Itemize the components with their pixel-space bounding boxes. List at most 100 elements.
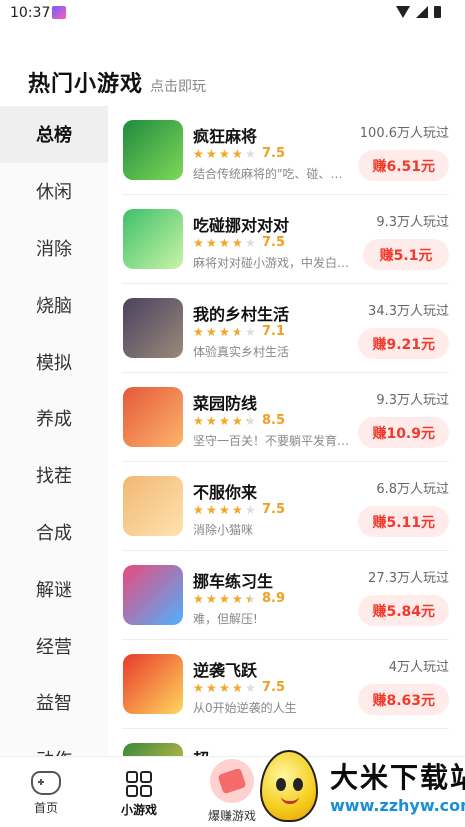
nav-label-hot-earn: 爆赚游戏 bbox=[207, 809, 256, 823]
star-icon: ★★ bbox=[245, 680, 256, 695]
star-icon: ★★ bbox=[193, 680, 204, 695]
nav-label-home: 首页 bbox=[33, 801, 58, 815]
game-description: 麻将对对碰小游戏，中发白… bbox=[193, 256, 350, 270]
star-icon: ★★ bbox=[232, 324, 243, 339]
village-elder-icon[interactable] bbox=[123, 298, 183, 358]
sidebar-item-6[interactable]: 找茬 bbox=[0, 447, 108, 504]
sidebar-item-2[interactable]: 消除 bbox=[0, 220, 108, 277]
ninja-warrior-icon[interactable] bbox=[123, 387, 183, 447]
sidebar-item-4[interactable]: 模拟 bbox=[0, 333, 108, 390]
earn-button[interactable]: 赚6.51元 bbox=[358, 150, 449, 181]
star-icon: ★★ bbox=[193, 413, 204, 428]
game-row[interactable]: 吃碰挪对对对★★★★★★★★★★7.5 麻将对对碰小游戏，中发白… 9.3万人玩过赚… bbox=[122, 195, 449, 284]
status-bar: 10:37 bbox=[0, 0, 465, 26]
game-description: 从0开始逆袭的人生 bbox=[193, 701, 297, 715]
star-icon: ★★ bbox=[206, 591, 217, 606]
rating-value: 7.5 bbox=[262, 502, 286, 517]
game-row[interactable]: 挪车练习生 ★ ★ ★ ★ ★ ★ ★ ★ ★ ★ 8.9 难，但解压! 27.3万人玩过 赚5.84元 bbox=[122, 551, 449, 640]
star-icon: ★★ bbox=[219, 413, 230, 428]
star-icon: ★★ bbox=[206, 235, 217, 250]
game-description: 体验真实乡村生活 bbox=[193, 345, 290, 359]
rating-value: 8.9 bbox=[262, 591, 286, 606]
sidebar-item-9[interactable]: 经营 bbox=[0, 617, 108, 674]
earn-button[interactable]: 赚5.11元 bbox=[358, 506, 449, 537]
earn-button[interactable]: 赚10.9元 bbox=[358, 417, 449, 448]
star-icon: ★★ bbox=[206, 680, 217, 695]
star-rating: ★★★★★★★★★★7.1 bbox=[193, 324, 285, 339]
status-time: 10:37 bbox=[10, 5, 51, 21]
sidebar-item-3[interactable]: 烧脑 bbox=[0, 276, 108, 333]
star-icon: ★★ bbox=[219, 591, 230, 606]
wifi-icon bbox=[396, 6, 410, 18]
red-sports-car-icon[interactable] bbox=[123, 654, 183, 714]
watermark-url: www.zzhyw.com bbox=[330, 796, 465, 815]
star-icon: ★★ bbox=[193, 235, 204, 250]
game-row[interactable]: 疯狂麻将★★★★★★★★★★7.5结合传统麻将的"吃、碰、…100.6万人玩过赚… bbox=[122, 106, 449, 195]
sidebar-item-5[interactable]: 养成 bbox=[0, 390, 108, 447]
orange-cat-icon[interactable] bbox=[123, 476, 183, 536]
star-rating: ★★★★★★★★★★7.5 bbox=[193, 235, 285, 250]
status-icons bbox=[396, 6, 441, 18]
sidebar-item-1[interactable]: 休闲 bbox=[0, 163, 108, 220]
players-count: 34.3万人玩过 bbox=[368, 304, 449, 319]
star-rating: ★★★★★★★★★★8.5 bbox=[193, 413, 285, 428]
game-name: 我的乡村生活 bbox=[193, 305, 290, 324]
game-description: 难，但解压! bbox=[193, 612, 258, 626]
star-icon: ★★ bbox=[206, 502, 217, 517]
game-name: 逆袭飞跃 bbox=[193, 661, 258, 680]
game-description: 结合传统麻将的"吃、碰、… bbox=[193, 167, 343, 181]
star-icon: ★★ bbox=[219, 146, 230, 161]
egg-mascot-icon bbox=[260, 750, 318, 822]
star-icon: ★★ bbox=[232, 146, 243, 161]
game-row[interactable]: 不服你来★★★★★★★★★★7.5消除小猫咪6.8万人玩过赚5.11元 bbox=[122, 462, 449, 551]
star-icon: ★★ bbox=[206, 324, 217, 339]
players-count: 4万人玩过 bbox=[388, 660, 449, 675]
earn-button[interactable]: 赚8.63元 bbox=[358, 684, 449, 715]
game-name: 菜园防线 bbox=[193, 394, 258, 413]
game-row[interactable]: 菜园防线★★★★★★★★★★8.5坚守一百关！不要躺平发育…9.3万人玩过赚10… bbox=[122, 373, 449, 462]
players-count: 9.3万人玩过 bbox=[376, 215, 449, 230]
partial-game-icon[interactable] bbox=[123, 743, 183, 756]
star-icon: ★★ bbox=[206, 146, 217, 161]
star-icon: ★★ bbox=[219, 502, 230, 517]
game-name: 疯狂麻将 bbox=[193, 127, 258, 146]
star-icon: ★★ bbox=[245, 146, 256, 161]
page-subtitle: 点击即玩 bbox=[150, 79, 207, 95]
game-description: 坚守一百关！不要躺平发育… bbox=[193, 434, 350, 448]
players-count: 6.8万人玩过 bbox=[376, 482, 449, 497]
sidebar-item-11[interactable]: 动作 bbox=[0, 731, 108, 756]
mahjong-pig-tile-icon[interactable] bbox=[123, 209, 183, 269]
star-icon: ★★ bbox=[206, 413, 217, 428]
rating-value: 7.5 bbox=[262, 146, 286, 161]
sidebar-item-7[interactable]: 合成 bbox=[0, 504, 108, 561]
star-rating: ★★★★★★★★★★7.5 bbox=[193, 680, 285, 695]
page-header: 热门小游戏 点击即玩 bbox=[28, 66, 206, 98]
game-name: 吃碰挪对对对 bbox=[193, 216, 290, 235]
nav-item-home[interactable]: 首页 bbox=[1, 757, 91, 827]
star-icon: ★★ bbox=[193, 324, 204, 339]
game-name: 挪车练习生 bbox=[193, 572, 274, 591]
star-icon: ★★ bbox=[245, 591, 256, 606]
earn-button[interactable]: 赚5.1元 bbox=[363, 239, 449, 270]
players-count: 100.6万人玩过 bbox=[359, 126, 449, 141]
sidebar-item-10[interactable]: 益智 bbox=[0, 674, 108, 731]
star-icon: ★★ bbox=[245, 235, 256, 250]
rating-value: 8.5 bbox=[262, 413, 286, 428]
traffic-jam-cars-icon[interactable] bbox=[123, 565, 183, 625]
sidebar-item-8[interactable]: 解谜 bbox=[0, 560, 108, 617]
rating-value: 7.1 bbox=[262, 324, 286, 339]
star-icon: ★★ bbox=[232, 502, 243, 517]
nav-item-mini-games[interactable]: 小游戏 bbox=[94, 757, 184, 827]
earn-button[interactable]: 赚9.21元 bbox=[358, 328, 449, 359]
sidebar-item-0[interactable]: 总榜 bbox=[0, 106, 108, 163]
game-list: 疯狂麻将★★★★★★★★★★7.5结合传统麻将的"吃、碰、…100.6万人玩过赚… bbox=[108, 106, 465, 756]
earn-button[interactable]: 赚5.84元 bbox=[358, 595, 449, 626]
watermark-brand: 大米下载站 bbox=[330, 761, 465, 794]
mahjong-cow-icon[interactable] bbox=[123, 120, 183, 180]
star-icon: ★★ bbox=[193, 146, 204, 161]
game-row[interactable]: 逆袭飞跃★★★★★★★★★★7.5 从0开始逆袭的人生 4万人玩过赚8.63元 bbox=[122, 640, 449, 729]
battery-icon bbox=[434, 6, 441, 18]
star-icon: ★★ bbox=[232, 235, 243, 250]
nav-label-mini-games: 小游戏 bbox=[120, 803, 157, 817]
game-row[interactable]: 我的乡村生活★★★★★★★★★★7.1体验真实乡村生活34.3万人玩过赚9.21… bbox=[122, 284, 449, 373]
